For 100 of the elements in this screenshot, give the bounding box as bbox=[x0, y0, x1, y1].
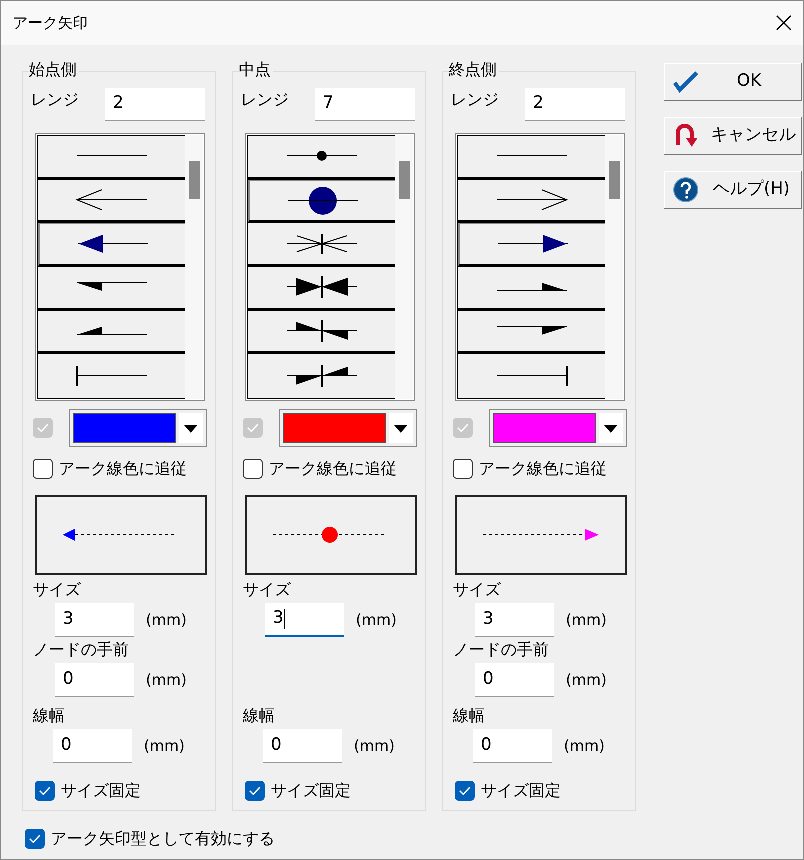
line-style-icon bbox=[76, 282, 148, 292]
text-cursor bbox=[284, 609, 285, 629]
follow-checkbox[interactable] bbox=[453, 459, 473, 479]
value-field[interactable]: 0 bbox=[263, 729, 342, 763]
checkbox-label: アーク線色に追従 bbox=[269, 458, 397, 480]
unit-label: (mm) bbox=[144, 736, 185, 757]
checkbox-label: アーク矢印型として有効にする bbox=[51, 828, 275, 850]
range-field[interactable]: 2 bbox=[105, 88, 205, 121]
checkbox-label: サイズ固定 bbox=[61, 780, 141, 802]
field-label: 線幅 bbox=[243, 705, 276, 727]
line-style-icon bbox=[286, 364, 358, 388]
line-style-icon bbox=[496, 234, 568, 254]
color-dropdown[interactable] bbox=[279, 409, 417, 447]
check-icon bbox=[29, 834, 41, 844]
checkbox-label: サイズ固定 bbox=[481, 780, 561, 802]
scrollbar[interactable] bbox=[185, 135, 203, 399]
color-dropdown[interactable] bbox=[489, 409, 627, 447]
line-style-icon bbox=[286, 319, 358, 344]
unit-label: (mm) bbox=[566, 670, 607, 691]
line-style-item[interactable] bbox=[38, 310, 185, 354]
scrollbar[interactable] bbox=[605, 135, 623, 399]
line-style-list[interactable] bbox=[245, 133, 415, 401]
line-style-item[interactable] bbox=[248, 267, 395, 311]
scrollbar[interactable] bbox=[395, 135, 413, 399]
line-style-item[interactable] bbox=[38, 223, 185, 268]
line-style-icon bbox=[76, 155, 148, 158]
line-style-list[interactable] bbox=[455, 133, 625, 401]
help-icon bbox=[673, 177, 699, 203]
line-style-item[interactable] bbox=[38, 267, 185, 311]
field-label: 線幅 bbox=[453, 705, 486, 727]
range-label: レンジ bbox=[451, 89, 499, 111]
value-field[interactable]: 0 bbox=[475, 663, 554, 697]
checkbox-label: アーク線色に追従 bbox=[59, 458, 187, 480]
value-field[interactable]: 0 bbox=[53, 729, 132, 763]
unit-label: (mm) bbox=[564, 736, 605, 757]
field-value: 3 bbox=[483, 608, 494, 631]
color-dropdown[interactable] bbox=[69, 409, 207, 447]
field-label: サイズ bbox=[243, 579, 292, 601]
scroll-thumb[interactable] bbox=[188, 161, 200, 199]
range-label: レンジ bbox=[31, 89, 79, 111]
size-fixed-checkbox[interactable] bbox=[245, 781, 265, 801]
line-style-icon bbox=[76, 326, 148, 336]
value-field[interactable]: 0 bbox=[55, 663, 134, 697]
field-label: ノードの手前 bbox=[453, 639, 550, 661]
line-style-item[interactable] bbox=[248, 136, 395, 180]
check-icon bbox=[459, 786, 471, 796]
field-value: 0 bbox=[61, 734, 72, 757]
value-field[interactable]: 3 bbox=[265, 603, 344, 637]
dialog-button[interactable]: キャンセル bbox=[664, 117, 802, 155]
range-field[interactable]: 2 bbox=[525, 88, 625, 121]
line-style-icon bbox=[496, 155, 568, 158]
line-style-icon bbox=[496, 365, 568, 388]
unit-label: (mm) bbox=[146, 610, 187, 631]
line-style-list[interactable] bbox=[35, 133, 205, 401]
follow-checkbox[interactable] bbox=[243, 459, 263, 479]
line-style-item[interactable] bbox=[458, 267, 605, 311]
field-label: 線幅 bbox=[33, 705, 66, 727]
line-style-item[interactable] bbox=[458, 136, 605, 180]
window-title: アーク矢印 bbox=[13, 12, 88, 34]
field-value: 0 bbox=[271, 734, 282, 757]
line-style-item[interactable] bbox=[248, 310, 395, 354]
group-title: 中点 bbox=[239, 59, 273, 81]
line-style-item[interactable] bbox=[458, 223, 605, 268]
size-fixed-checkbox[interactable] bbox=[455, 781, 475, 801]
size-fixed-checkbox[interactable] bbox=[35, 781, 55, 801]
line-style-item[interactable] bbox=[248, 354, 395, 398]
check-icon bbox=[39, 786, 51, 796]
line-style-icon bbox=[496, 282, 568, 292]
line-style-item[interactable] bbox=[38, 180, 185, 224]
line-style-item[interactable] bbox=[248, 223, 395, 268]
enable-checkbox[interactable] bbox=[25, 829, 45, 849]
line-style-item[interactable] bbox=[38, 136, 185, 180]
line-style-item[interactable] bbox=[458, 310, 605, 354]
dialog-button[interactable]: ヘルプ(H) bbox=[664, 171, 802, 209]
field-value: 0 bbox=[63, 668, 74, 691]
value-field[interactable]: 3 bbox=[475, 603, 554, 637]
field-label: サイズ bbox=[33, 579, 82, 601]
scroll-thumb[interactable] bbox=[398, 161, 410, 199]
value-field[interactable]: 0 bbox=[473, 729, 552, 763]
line-style-icon bbox=[286, 232, 358, 256]
field-value: 3 bbox=[63, 608, 74, 631]
close-icon[interactable] bbox=[775, 14, 793, 32]
value-field[interactable]: 3 bbox=[55, 603, 134, 637]
unit-label: (mm) bbox=[566, 610, 607, 631]
scroll-thumb[interactable] bbox=[608, 161, 620, 199]
line-style-icon bbox=[286, 275, 358, 300]
checkmark-icon bbox=[673, 71, 699, 93]
check-icon bbox=[247, 423, 259, 433]
line-style-item[interactable] bbox=[248, 180, 395, 224]
unit-label: (mm) bbox=[354, 736, 395, 757]
follow-checkbox[interactable] bbox=[33, 459, 53, 479]
unit-label: (mm) bbox=[356, 610, 397, 631]
dialog-button[interactable]: OK bbox=[664, 63, 802, 101]
line-style-icon bbox=[496, 189, 568, 211]
check-icon bbox=[457, 423, 469, 433]
checkbox-label: サイズ固定 bbox=[271, 780, 351, 802]
line-style-item[interactable] bbox=[458, 180, 605, 224]
range-field[interactable]: 7 bbox=[315, 88, 415, 121]
check-icon bbox=[249, 786, 261, 796]
line-style-icon bbox=[286, 188, 358, 212]
